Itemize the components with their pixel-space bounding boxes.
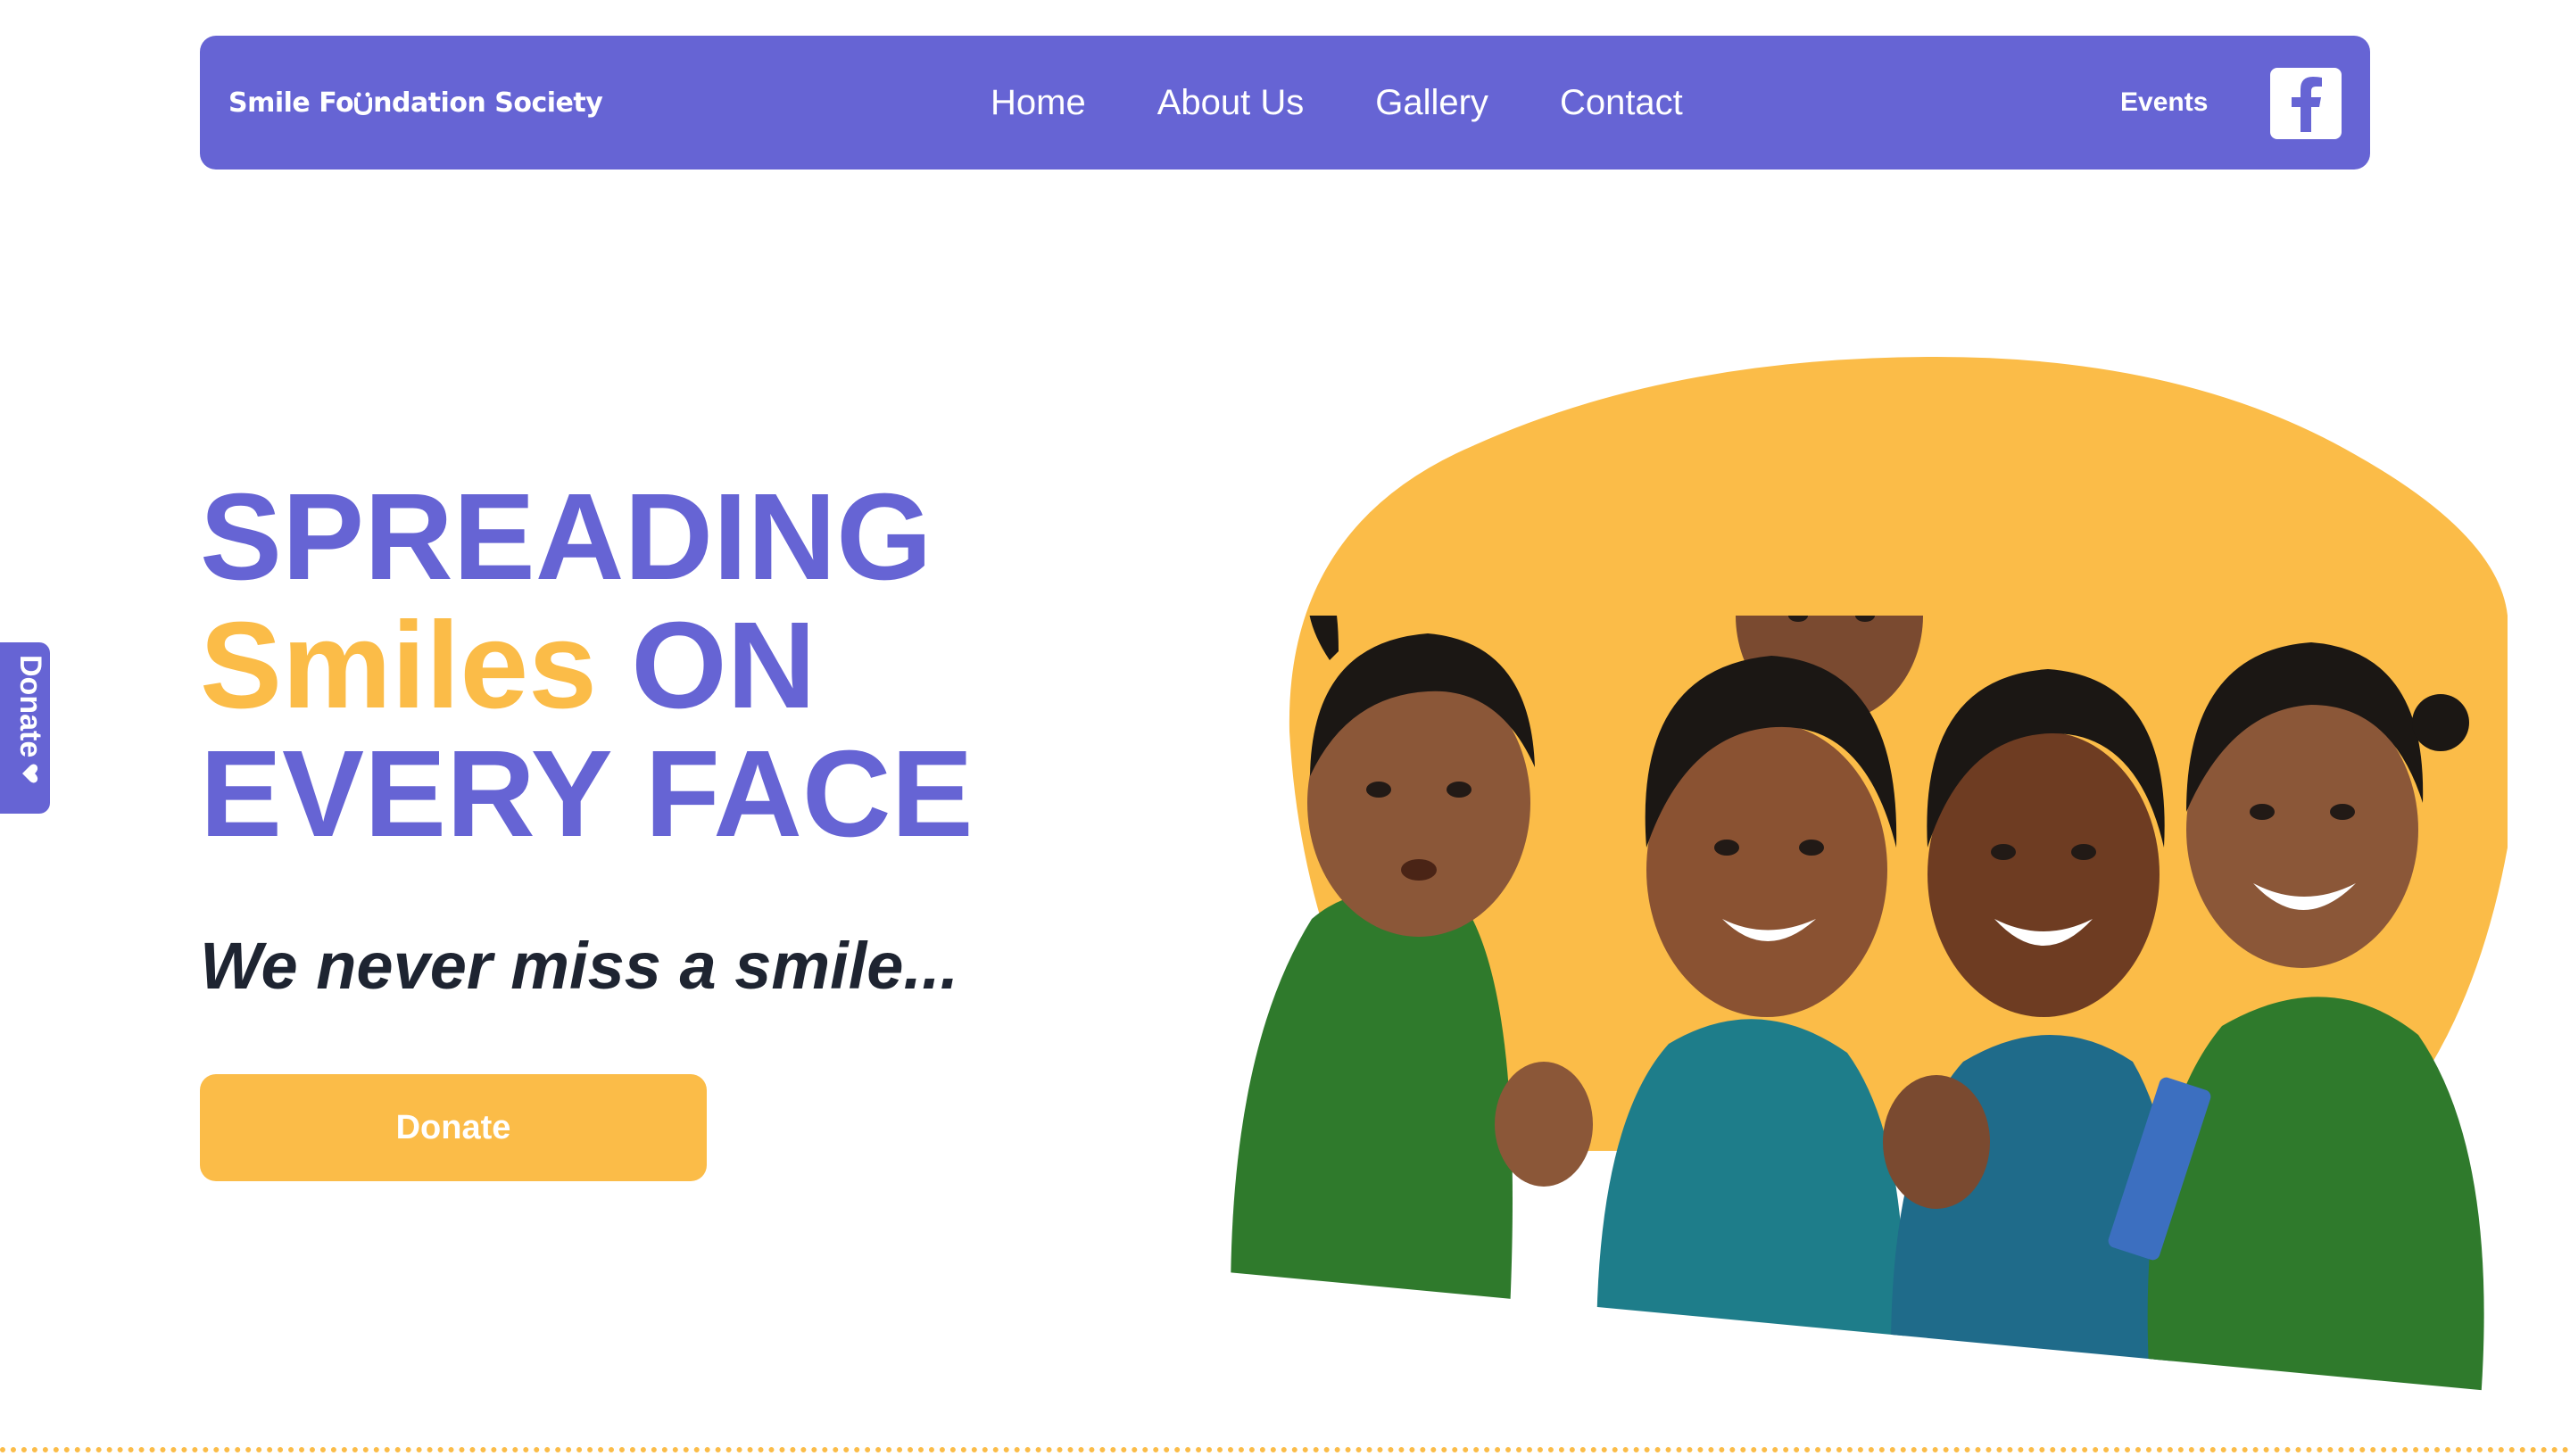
nav-gallery-link[interactable]: Gallery: [1375, 83, 1488, 123]
hero-heading-line2: ON: [596, 597, 817, 734]
main-nav: Home About Us Gallery Contact: [991, 36, 1683, 170]
side-donate-label: Donate: [13, 655, 47, 758]
events-link[interactable]: Events: [2120, 36, 2208, 170]
nav-home-link[interactable]: Home: [991, 83, 1086, 123]
hero-heading-line1: SPREADING: [200, 468, 933, 606]
brand-name-part1: Smile Fo: [228, 87, 354, 119]
hero-heading: SPREADING Smiles ON EVERY FACE: [200, 473, 974, 858]
hands-detail: [1495, 1062, 1593, 1187]
nav-about-link[interactable]: About Us: [1157, 83, 1305, 123]
children-smiling-photo: [1231, 357, 2508, 1392]
hero-heading-line3: EVERY FACE: [200, 725, 974, 863]
donate-button[interactable]: Donate: [200, 1074, 707, 1181]
brand-logo[interactable]: Smile Fo ndation Society: [228, 36, 603, 170]
heart-icon: [21, 764, 37, 783]
dotted-divider: [0, 1447, 2570, 1452]
brand-name-part2: ndation Society: [373, 87, 603, 119]
facebook-icon: [2292, 77, 2322, 132]
top-navbar: Smile Fo ndation Society Home About Us G…: [200, 36, 2370, 170]
hero-tagline: We never miss a smile...: [200, 929, 959, 1003]
smile-u-icon: [354, 92, 373, 116]
facebook-button[interactable]: [2270, 68, 2342, 139]
hero-heading-accent: Smiles: [200, 597, 597, 734]
nav-contact-link[interactable]: Contact: [1560, 83, 1683, 123]
side-donate-tab[interactable]: Donate: [0, 642, 50, 814]
